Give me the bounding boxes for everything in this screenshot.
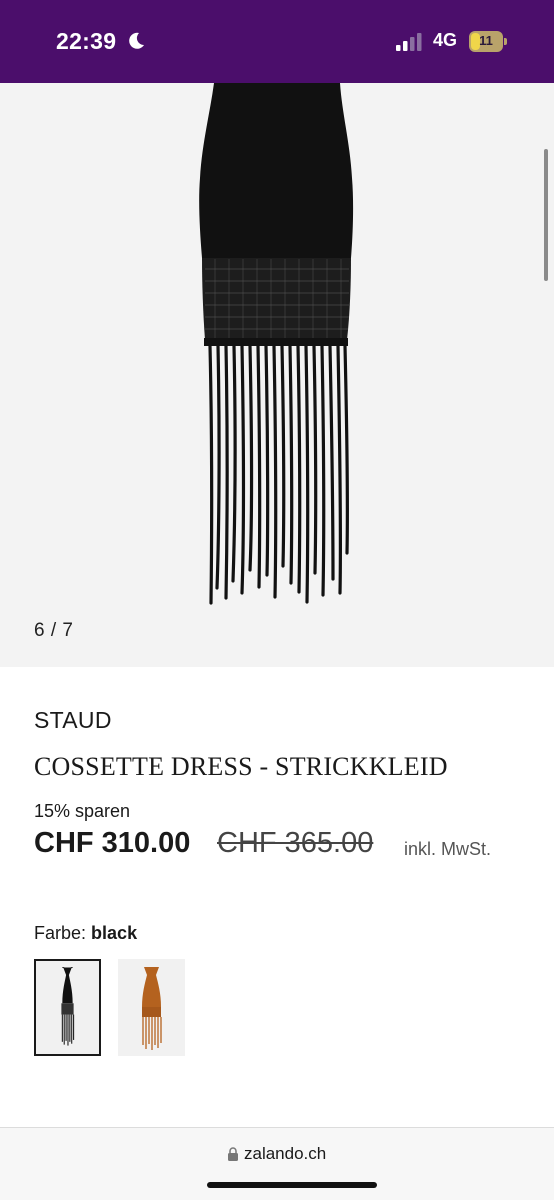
- color-swatch-black[interactable]: [34, 959, 101, 1056]
- status-bar: 22:39 4G 11: [0, 0, 554, 83]
- tax-note: inkl. MwSt.: [404, 839, 492, 859]
- battery-icon: 11: [469, 31, 507, 52]
- browser-address-bar[interactable]: zalando.ch: [0, 1127, 554, 1200]
- product-image[interactable]: [0, 83, 554, 667]
- gallery-counter: 6 / 7: [34, 620, 74, 641]
- network-type: 4G: [433, 30, 458, 50]
- url-text[interactable]: zalando.ch: [244, 1144, 326, 1164]
- black-dress-thumbnail: [61, 967, 75, 1046]
- color-label: Farbe: black: [34, 923, 137, 944]
- signal-icon: [396, 33, 422, 51]
- selected-color: black: [91, 923, 138, 943]
- color-swatch-brown[interactable]: [118, 959, 185, 1056]
- gallery-scrollbar[interactable]: [544, 149, 548, 281]
- product-image-gallery[interactable]: 6 / 7: [0, 83, 554, 667]
- brown-dress-thumbnail: [142, 967, 162, 1050]
- original-price: CHF 365.00: [217, 827, 374, 859]
- lock-icon: [228, 1147, 238, 1161]
- home-indicator[interactable]: [207, 1182, 377, 1188]
- color-label-text: Farbe:: [34, 923, 87, 943]
- product-name: COSSETTE DRESS - STRICKKLEID: [34, 752, 448, 781]
- discount-label: 15% sparen: [34, 801, 131, 821]
- battery-level: 11: [479, 33, 493, 48]
- brand-name[interactable]: STAUD: [34, 707, 112, 734]
- status-time: 22:39: [56, 28, 117, 54]
- moon-icon: [129, 32, 144, 49]
- current-price: CHF 310.00: [34, 827, 191, 859]
